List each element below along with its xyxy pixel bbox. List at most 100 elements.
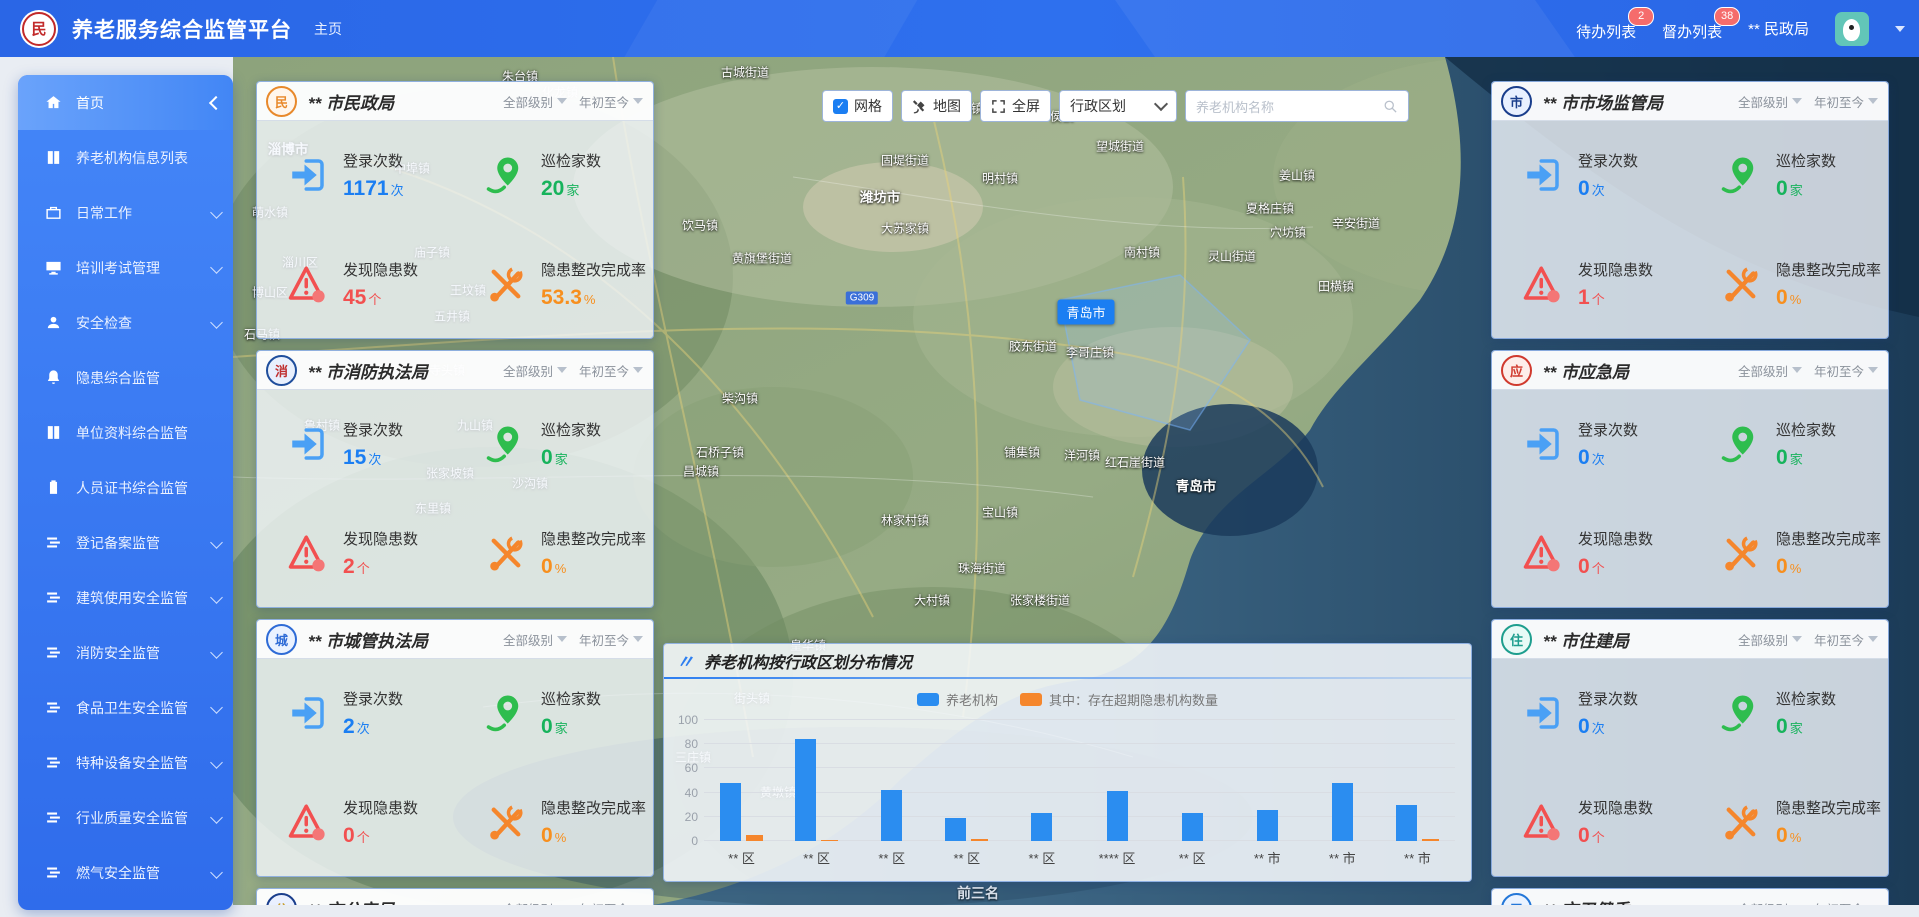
fullscreen-label: 全屏 (1012, 96, 1040, 116)
sidebar-item-6[interactable]: 单位资料综合监管 (18, 405, 233, 460)
level-filter-dropdown[interactable]: 全部级别 (503, 361, 567, 380)
map-place-label: 南村镇 (1124, 244, 1160, 261)
sidebar-item-14[interactable]: 燃气安全监管 (18, 845, 233, 900)
bar-orgs[interactable] (1107, 791, 1128, 841)
expand-chevron-icon[interactable] (210, 646, 223, 659)
grid-toggle-button[interactable]: ✓ 网格 (822, 90, 893, 122)
caret-down-icon (633, 636, 643, 642)
expand-chevron-icon[interactable] (210, 536, 223, 549)
map-place-label: 李哥庄镇 (1066, 344, 1114, 361)
sidebar-item-12[interactable]: 特种设备安全监管 (18, 735, 233, 790)
metric-patrol: 巡检家数 0家 (1690, 389, 1888, 498)
bar-group-1: ** 区 (779, 720, 854, 841)
hazard-icon (287, 532, 329, 574)
level-filter-dropdown[interactable]: 全部级别 (1738, 630, 1802, 649)
sidebar-item-label: 食品卫生安全监管 (76, 698, 188, 718)
user-menu-caret-icon[interactable] (1895, 26, 1905, 32)
bar-orgs[interactable] (881, 790, 902, 841)
sidebar-item-9[interactable]: 建筑使用安全监管 (18, 570, 233, 625)
expand-chevron-icon[interactable] (210, 811, 223, 824)
expand-chevron-icon[interactable] (210, 206, 223, 219)
period-filter-dropdown[interactable]: 年初至今 (579, 630, 643, 649)
map-place-label: 固堤街道 (881, 152, 929, 169)
checkbox-checked-icon[interactable]: ✓ (833, 99, 848, 114)
agency-metrics: 登录次数 0次 巡检家数 0家 发现隐患数 0个 隐患整改完成率 0% (1492, 389, 1888, 607)
todo-list-link[interactable]: 待办列表 2 (1576, 15, 1636, 42)
sidebar-item-3[interactable]: 培训考试管理 (18, 240, 233, 295)
bar-orgs[interactable] (720, 783, 741, 841)
bar-overdue[interactable] (1422, 839, 1439, 841)
expand-chevron-icon[interactable] (210, 261, 223, 274)
expand-chevron-icon[interactable] (210, 316, 223, 329)
legend-item[interactable]: 养老机构 (917, 690, 998, 709)
bar-orgs[interactable] (1396, 805, 1417, 841)
metric-hazard: 发现隐患数 0个 (1492, 498, 1690, 607)
bar-orgs[interactable] (1257, 810, 1278, 841)
fullscreen-button[interactable]: 全屏 (980, 90, 1051, 122)
metric-value: 0次 (1578, 447, 1638, 468)
book-icon (45, 424, 62, 441)
metric-label: 登录次数 (1578, 419, 1638, 440)
level-filter-dropdown[interactable]: 全部级别 (503, 92, 567, 111)
bar-orgs[interactable] (1332, 783, 1353, 841)
agency-panel-r2: 应 ** 市应急局 全部级别 年初至今 登录次数 0次 巡检 (1491, 350, 1889, 608)
sidebar-item-0[interactable]: 首页 (18, 75, 233, 130)
chart-title: 养老机构按行政区划分布情况 (704, 649, 912, 673)
expand-chevron-icon[interactable] (210, 756, 223, 769)
org-search-input[interactable]: 养老机构名称 (1185, 90, 1409, 122)
bar-orgs[interactable] (1031, 813, 1052, 841)
bar-orgs[interactable] (945, 818, 966, 841)
agency-metrics: 登录次数 2次 巡检家数 0家 发现隐患数 0个 隐患整改完成率 0% (257, 658, 653, 876)
expand-chevron-icon[interactable] (210, 591, 223, 604)
user-avatar[interactable] (1835, 12, 1869, 46)
header-decoration (1108, 0, 1612, 57)
period-filter-dropdown[interactable]: 年初至今 (579, 361, 643, 380)
bar-orgs[interactable] (1182, 813, 1203, 841)
bar-orgs[interactable] (795, 739, 816, 841)
city-marker-badge[interactable]: 青岛市 (1057, 300, 1114, 325)
sidebar-item-4[interactable]: 安全检查 (18, 295, 233, 350)
district-select[interactable]: 行政区划 (1059, 90, 1177, 122)
sidebar-item-label: 特种设备安全监管 (76, 753, 188, 773)
login-icon (1522, 692, 1564, 734)
collapse-sidebar-icon[interactable] (209, 95, 223, 109)
bar-overdue[interactable] (746, 835, 763, 841)
period-filter-dropdown[interactable]: 年初至今 (1814, 92, 1878, 111)
period-filter-dropdown[interactable]: 年初至今 (579, 92, 643, 111)
supervise-list-link[interactable]: 督办列表 38 (1662, 15, 1722, 42)
metric-rate: 隐患整改完成率 0% (1690, 229, 1888, 338)
level-filter-value: 全部级别 (503, 92, 553, 111)
sidebar-item-13[interactable]: 行业质量安全监管 (18, 790, 233, 845)
agency-title: ** 市应急局 (1543, 358, 1629, 383)
search-icon[interactable] (1383, 99, 1398, 114)
sidebar-item-5[interactable]: 隐患综合监管 (18, 350, 233, 405)
sidebar-item-11[interactable]: 食品卫生安全监管 (18, 680, 233, 735)
sidebar-item-10[interactable]: 消防安全监管 (18, 625, 233, 680)
sidebar-item-2[interactable]: 日常工作 (18, 185, 233, 240)
bar-overdue[interactable] (821, 840, 838, 841)
metric-label: 登录次数 (343, 419, 403, 440)
agency-logo-icon: 民 (266, 86, 297, 117)
legend-item[interactable]: 其中：存在超期隐患机构数量 (1020, 690, 1218, 709)
sidebar-item-7[interactable]: 人员证书综合监管 (18, 460, 233, 515)
x-axis-category-label: ** 区 (779, 848, 854, 867)
period-filter-dropdown[interactable]: 年初至今 (1814, 361, 1878, 380)
bar-overdue[interactable] (971, 839, 988, 841)
level-filter-dropdown[interactable]: 全部级别 (503, 630, 567, 649)
level-filter-dropdown[interactable]: 全部级别 (1738, 361, 1802, 380)
map-place-label: 潍坊市 (860, 186, 901, 206)
level-filter-dropdown[interactable]: 全部级别 (1738, 92, 1802, 111)
map-mode-button[interactable]: 地图 (901, 90, 972, 122)
sidebar-item-8[interactable]: 登记备案监管 (18, 515, 233, 570)
chart-legend: 养老机构 其中：存在超期隐患机构数量 (664, 690, 1471, 709)
bar-group-8: ** 市 (1305, 720, 1380, 841)
expand-chevron-icon[interactable] (210, 866, 223, 879)
sidebar-item-label: 安全检查 (76, 313, 132, 333)
list-icon (45, 809, 62, 826)
sidebar-item-1[interactable]: 养老机构信息列表 (18, 130, 233, 185)
period-filter-dropdown[interactable]: 年初至今 (1814, 630, 1878, 649)
expand-chevron-icon[interactable] (210, 701, 223, 714)
level-filter-value: 全部级别 (1738, 92, 1788, 111)
caret-down-icon (1792, 367, 1802, 373)
home-link[interactable]: 主页 (314, 19, 342, 39)
